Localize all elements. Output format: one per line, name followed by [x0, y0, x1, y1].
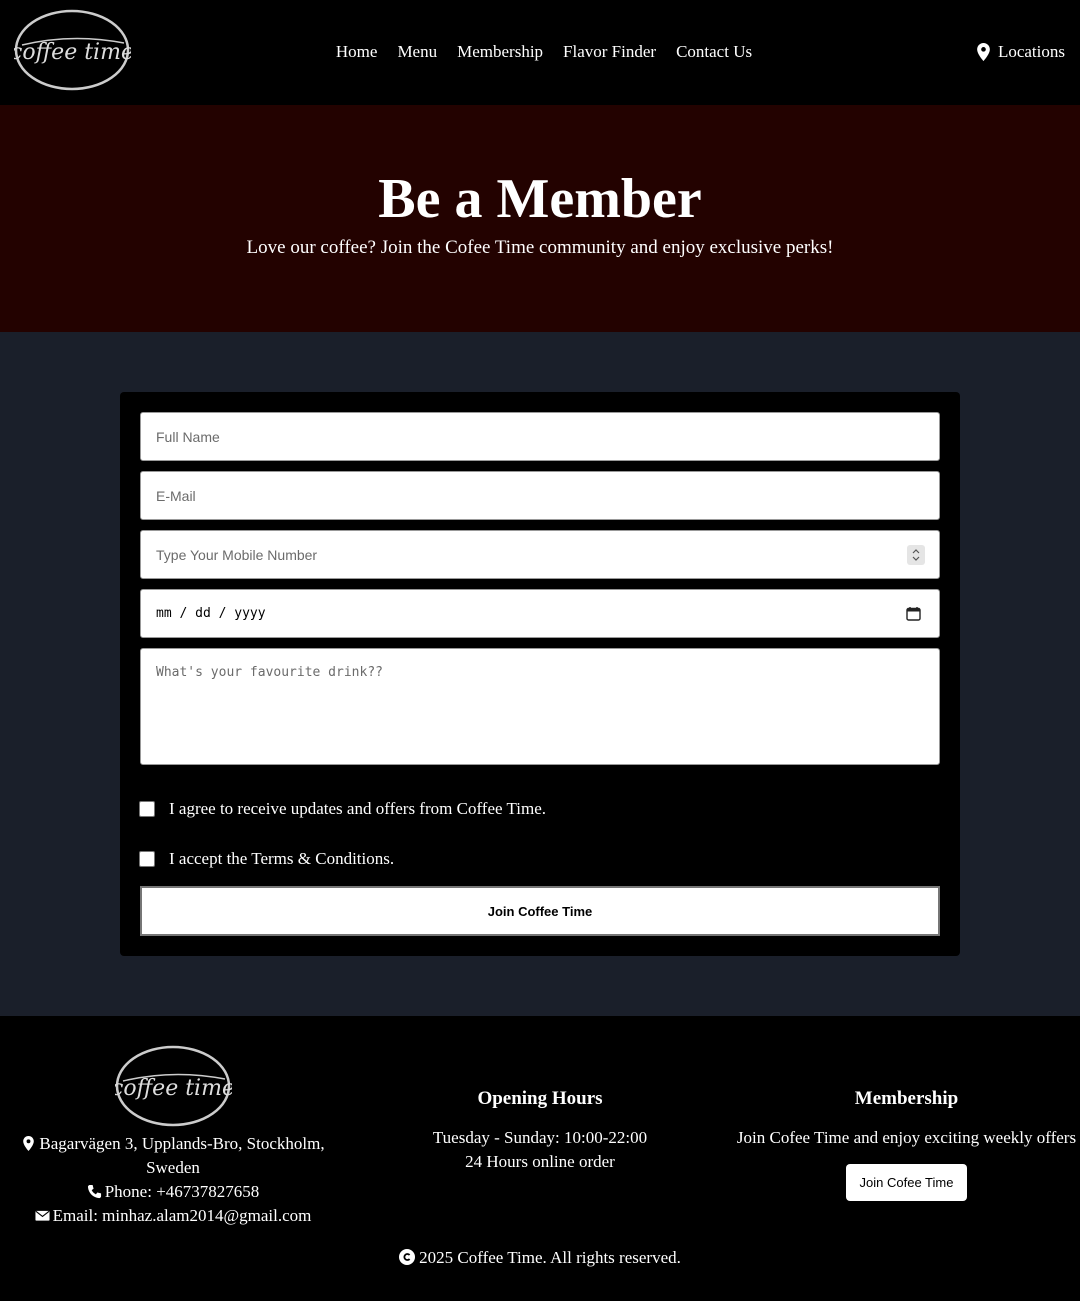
footer-address: Bagarvägen 3, Upplands-Bro, Stockholm, S…: [10, 1132, 336, 1180]
opening-hours-days: Tuesday - Sunday: 10:00-22:00: [432, 1128, 648, 1147]
membership-title: Membership: [854, 1088, 959, 1109]
opening-hours-online: 24 Hours online order: [465, 1152, 615, 1171]
address-text: Bagarvägen 3, Upplands-Bro, Stockholm, S…: [39, 1134, 325, 1177]
join-coffee-time-button[interactable]: Join Coffee Time: [140, 886, 940, 936]
agree-updates-row: I agree to receive updates and offers fr…: [139, 799, 546, 819]
nav-flavor-finder[interactable]: Flavor Finder: [563, 42, 656, 62]
footer-email: Email: minhaz.alam2014@gmail.com: [10, 1204, 336, 1228]
membership-form: Full Name E-Mail Type Your Mobile Number…: [120, 392, 960, 956]
email-text: Email: minhaz.alam2014@gmail.com: [52, 1206, 312, 1225]
drink-placeholder: What's your favourite drink??: [156, 665, 383, 680]
phone-text: Phone: +46737827658: [104, 1182, 260, 1201]
opening-hours-title: Opening Hours: [477, 1088, 603, 1109]
accept-terms-label: I accept the Terms & Conditions.: [169, 849, 395, 868]
svg-text:coffee time: coffee time: [115, 1076, 232, 1101]
nav-menu[interactable]: Menu: [397, 42, 437, 62]
phone-icon: [87, 1184, 101, 1199]
accept-terms-checkbox[interactable]: [139, 851, 155, 867]
membership-text: Join Cofee Time and enjoy exciting weekl…: [736, 1128, 1077, 1147]
footer-logo: coffee time: [115, 1045, 232, 1127]
map-pin-icon: [977, 43, 990, 61]
mobile-placeholder: Type Your Mobile Number: [156, 546, 318, 563]
page-subtitle: Love our coffee? Join the Cofee Time com…: [246, 237, 834, 258]
copyright-text: 2025 Coffee Time. All rights reserved.: [419, 1248, 681, 1267]
copyright-icon: [399, 1249, 416, 1265]
hero-banner: Be a Member Love our coffee? Join the Co…: [0, 105, 1080, 332]
main-nav: Home Menu Membership Flavor Finder Conta…: [0, 42, 1080, 62]
envelope-icon: [35, 1210, 50, 1221]
page-title: Be a Member: [378, 168, 702, 230]
site-footer: coffee time Bagarvägen 3, Upplands-Bro, …: [0, 1016, 1080, 1301]
footer-phone: Phone: +46737827658: [10, 1180, 336, 1204]
locations-label: Locations: [997, 42, 1065, 61]
full-name-placeholder: Full Name: [156, 428, 220, 445]
locations-link[interactable]: Locations: [977, 42, 1065, 62]
calendar-icon[interactable]: [906, 606, 921, 621]
map-pin-icon: [23, 1136, 35, 1151]
mobile-number-input[interactable]: Type Your Mobile Number: [140, 530, 940, 579]
membership-section: Full Name E-Mail Type Your Mobile Number…: [0, 332, 1080, 1016]
agree-updates-label: I agree to receive updates and offers fr…: [169, 799, 547, 818]
email-input[interactable]: E-Mail: [140, 471, 940, 520]
footer-contact: Bagarvägen 3, Upplands-Bro, Stockholm, S…: [10, 1132, 336, 1228]
site-header: coffee time Home Menu Membership Flavor …: [0, 0, 1080, 105]
birth-date-input[interactable]: mm / dd / yyyy: [140, 589, 940, 638]
accept-terms-row: I accept the Terms & Conditions.: [139, 849, 394, 869]
opening-hours-column: Opening Hours Tuesday - Sunday: 10:00-22…: [380, 1088, 700, 1174]
membership-column: Membership Join Cofee Time and enjoy exc…: [733, 1088, 1080, 1201]
join-cofee-time-button[interactable]: Join Cofee Time: [845, 1164, 968, 1201]
date-value: mm / dd / yyyy: [156, 606, 266, 621]
agree-updates-checkbox[interactable]: [139, 801, 155, 817]
full-name-input[interactable]: Full Name: [140, 412, 940, 461]
number-spinner-icon[interactable]: [907, 545, 925, 565]
nav-contact-us[interactable]: Contact Us: [676, 42, 752, 62]
email-placeholder: E-Mail: [156, 487, 196, 504]
nav-home[interactable]: Home: [336, 42, 378, 62]
copyright: 2025 Coffee Time. All rights reserved.: [0, 1248, 1080, 1268]
favourite-drink-textarea[interactable]: What's your favourite drink??: [140, 648, 940, 765]
nav-membership[interactable]: Membership: [457, 42, 543, 62]
